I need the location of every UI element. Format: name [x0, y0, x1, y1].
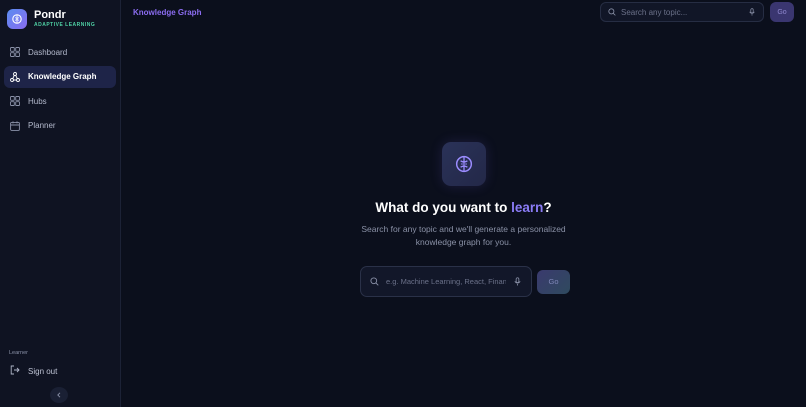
grid-icon	[10, 47, 20, 57]
top-bar: Knowledge Graph Go	[121, 0, 806, 24]
header-go-button[interactable]: Go	[770, 2, 794, 22]
hero-section: What do you want to learn? Search for an…	[121, 142, 806, 248]
calendar-icon	[10, 120, 20, 131]
header-search-input[interactable]	[621, 7, 743, 17]
hero-title-suffix: ?	[543, 200, 552, 215]
collapse-sidebar-button[interactable]	[50, 387, 68, 403]
search-icon	[608, 8, 616, 16]
hero-subtitle: Search for any topic and we'll generate …	[361, 224, 566, 247]
hero-title: What do you want to learn?	[375, 200, 551, 215]
hubs-icon	[10, 96, 20, 106]
brain-icon	[441, 142, 486, 186]
hero-title-accent: learn	[511, 200, 544, 215]
hero-title-prefix: What do you want to	[375, 200, 512, 215]
topic-search-box	[360, 266, 532, 297]
sidebar-nav: Dashboard Knowledge Graph Hubs Planner	[0, 41, 120, 137]
sidebar-item-dashboard[interactable]: Dashboard	[4, 41, 116, 63]
brand-name: Pondr	[34, 8, 66, 21]
brand-tagline: ADAPTIVE LEARNING	[34, 21, 96, 28]
sidebar-item-label: Planner	[28, 121, 56, 130]
sidebar-item-label: Hubs	[28, 96, 47, 106]
topic-search-input[interactable]	[386, 277, 506, 286]
microphone-icon[interactable]	[748, 8, 756, 16]
sidebar-item-planner[interactable]: Planner	[4, 115, 116, 137]
sign-out-icon	[10, 365, 20, 377]
microphone-icon[interactable]	[513, 277, 522, 286]
sidebar-item-label: Dashboard	[28, 47, 68, 57]
page-title: Knowledge Graph	[133, 7, 202, 17]
app-root: Pondr ADAPTIVE LEARNING Dashboard Knowle…	[0, 0, 806, 407]
user-role-label: Learner	[9, 350, 28, 356]
sign-out-label: Sign out	[28, 366, 58, 376]
search-icon	[370, 277, 379, 286]
sidebar: Pondr ADAPTIVE LEARNING Dashboard Knowle…	[0, 0, 121, 407]
sidebar-item-label: Knowledge Graph	[28, 72, 97, 81]
graph-icon	[10, 71, 20, 82]
brand-logo-icon	[7, 8, 27, 29]
topic-search: Go	[360, 266, 570, 297]
sidebar-item-knowledge-graph[interactable]: Knowledge Graph	[4, 65, 116, 88]
header-search-box	[600, 2, 764, 22]
main-content: Knowledge Graph Go What do you want to l…	[121, 0, 806, 407]
sign-out-button[interactable]: Sign out	[4, 362, 116, 380]
topic-go-button[interactable]: Go	[537, 269, 570, 294]
chevron-left-icon	[57, 392, 61, 398]
header-search: Go	[600, 2, 794, 22]
brand[interactable]: Pondr ADAPTIVE LEARNING	[0, 0, 120, 37]
sidebar-item-hubs[interactable]: Hubs	[4, 90, 116, 112]
